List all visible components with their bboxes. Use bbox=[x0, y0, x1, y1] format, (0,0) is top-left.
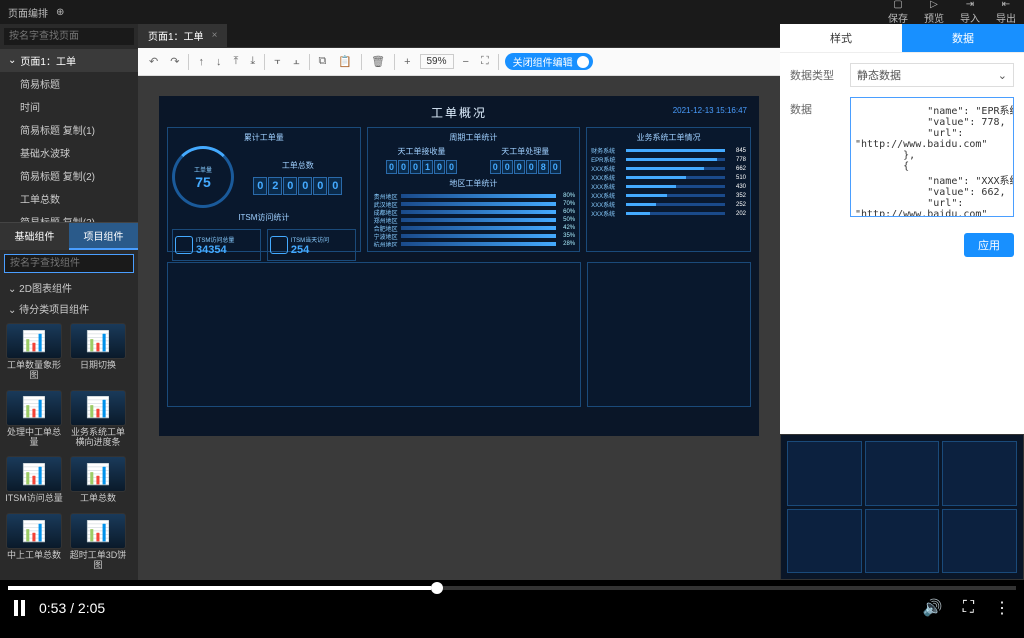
tree-item[interactable]: 时间 bbox=[0, 95, 138, 118]
component-item[interactable]: 📊工单数量象形图 bbox=[4, 323, 64, 386]
dashboard-time: 2021-12-13 15:16:47 bbox=[673, 106, 747, 115]
edit-toggle[interactable]: 关闭组件编辑 bbox=[505, 53, 593, 70]
data-label: 数据 bbox=[790, 97, 842, 117]
video-progress[interactable] bbox=[8, 586, 1016, 590]
dashboard-canvas[interactable]: 工单概况 2021-12-13 15:16:47 累计工单量 工单量 75 bbox=[159, 96, 759, 436]
section-2d-charts[interactable]: ⌄ 2D图表组件 bbox=[0, 277, 138, 298]
component-search-input[interactable] bbox=[4, 254, 134, 273]
preview-thumbnail[interactable] bbox=[780, 434, 1024, 580]
tree-item[interactable]: 简易标题 复制(2) bbox=[0, 164, 138, 187]
itsm-today-card: ITSM当天访问254 bbox=[267, 229, 356, 261]
data-type-label: 数据类型 bbox=[790, 63, 842, 83]
tree-item[interactable]: 简易标题 复制(3) bbox=[0, 210, 138, 222]
arrow-down-icon[interactable]: ↓ bbox=[213, 56, 225, 68]
tree-item[interactable]: 简易标题 复制(1) bbox=[0, 118, 138, 141]
itsm-total-card: ITSM访问总量34354 bbox=[172, 229, 261, 261]
tab-style[interactable]: 样式 bbox=[780, 24, 902, 52]
video-time: 0:53 / 2:05 bbox=[39, 600, 105, 616]
data-type-select[interactable]: 静态数据 ⌄ bbox=[850, 63, 1014, 87]
zoom-out-icon[interactable]: − bbox=[460, 56, 472, 68]
pause-button[interactable] bbox=[14, 600, 25, 616]
dashboard-title: 工单概况 bbox=[167, 102, 751, 123]
page-tree-header[interactable]: ⌄ 页面1：工单 bbox=[0, 49, 138, 72]
panel-period[interactable]: 周期工单统计 天工单接收量000100 天工单处理量000080 地区工单统计 … bbox=[367, 127, 581, 252]
close-icon[interactable]: × bbox=[212, 30, 218, 41]
undo-button[interactable]: ↶ bbox=[146, 55, 161, 68]
save-button[interactable]: ▢保存 bbox=[888, 0, 908, 25]
panel-systems[interactable]: 业务系统工单情况 财务系统845EPR系统778XXX系统662XXX系统510… bbox=[586, 127, 751, 252]
tree-item[interactable]: 简易标题 bbox=[0, 72, 138, 95]
zoom-level[interactable]: 59% bbox=[420, 54, 454, 69]
tab-data[interactable]: 数据 bbox=[902, 24, 1024, 52]
tree-item[interactable]: 基础水波球 bbox=[0, 141, 138, 164]
component-item[interactable]: 📊工单总数 bbox=[68, 456, 128, 509]
panel-bottom-right[interactable] bbox=[587, 262, 751, 407]
canvas-tab[interactable]: 页面1：工单 × bbox=[138, 24, 227, 47]
component-item[interactable]: 📊中上工单总数 bbox=[4, 513, 64, 576]
apply-button[interactable]: 应用 bbox=[964, 233, 1014, 257]
preview-button[interactable]: ▷预览 bbox=[924, 0, 944, 25]
page-search-input[interactable] bbox=[4, 28, 134, 45]
fullscreen-icon[interactable]: ⛶ bbox=[963, 599, 974, 617]
zoom-in-icon[interactable]: + bbox=[401, 56, 413, 68]
import-button[interactable]: ⇥导入 bbox=[960, 0, 980, 25]
tab-basic-components[interactable]: 基础组件 bbox=[0, 223, 69, 250]
volume-icon[interactable]: 🔊 bbox=[923, 598, 943, 618]
component-item[interactable]: 📊业务系统工单横向进度条 bbox=[68, 390, 128, 453]
tab-project-components[interactable]: 项目组件 bbox=[69, 223, 138, 250]
add-page-icon[interactable]: ⊕ bbox=[56, 7, 64, 18]
tree-item[interactable]: 工单总数 bbox=[0, 187, 138, 210]
component-item[interactable]: 📊ITSM访问总量 bbox=[4, 456, 64, 509]
align-bottom-icon[interactable]: ⫠ bbox=[290, 55, 303, 68]
panel-bottom-left[interactable] bbox=[167, 262, 581, 407]
fit-icon[interactable]: ⛶ bbox=[478, 55, 492, 68]
align-top-icon[interactable]: ⫟ bbox=[271, 55, 284, 68]
redo-button[interactable]: ↷ bbox=[167, 55, 182, 68]
arrow-up-icon[interactable]: ↑ bbox=[195, 56, 207, 68]
panel-total[interactable]: 累计工单量 工单量 75 工单总数 020000 bbox=[167, 127, 361, 252]
component-item[interactable]: 📊处理中工单总量 bbox=[4, 390, 64, 453]
arrow-bottom-icon[interactable]: ⤓ bbox=[247, 55, 258, 68]
gauge-total: 工单量 75 bbox=[172, 146, 234, 208]
component-item[interactable]: 📊日期切换 bbox=[68, 323, 128, 386]
section-uncategorized[interactable]: ⌄ 待分类项目组件 bbox=[0, 298, 138, 319]
copy-icon[interactable]: ⧉ bbox=[316, 55, 330, 68]
paste-icon[interactable]: 📋 bbox=[335, 55, 355, 68]
delete-icon[interactable]: 🗑 bbox=[368, 55, 388, 68]
arrow-top-icon[interactable]: ⤒ bbox=[230, 55, 241, 68]
component-item[interactable]: 📊超时工单3D饼图 bbox=[68, 513, 128, 576]
data-textarea[interactable] bbox=[850, 97, 1014, 217]
export-button[interactable]: ⇤导出 bbox=[996, 0, 1016, 25]
page-title: 页面编排 bbox=[8, 5, 48, 20]
more-icon[interactable]: ⋮ bbox=[994, 598, 1010, 618]
chevron-down-icon: ⌄ bbox=[8, 55, 16, 66]
chevron-down-icon: ⌄ bbox=[998, 69, 1007, 82]
